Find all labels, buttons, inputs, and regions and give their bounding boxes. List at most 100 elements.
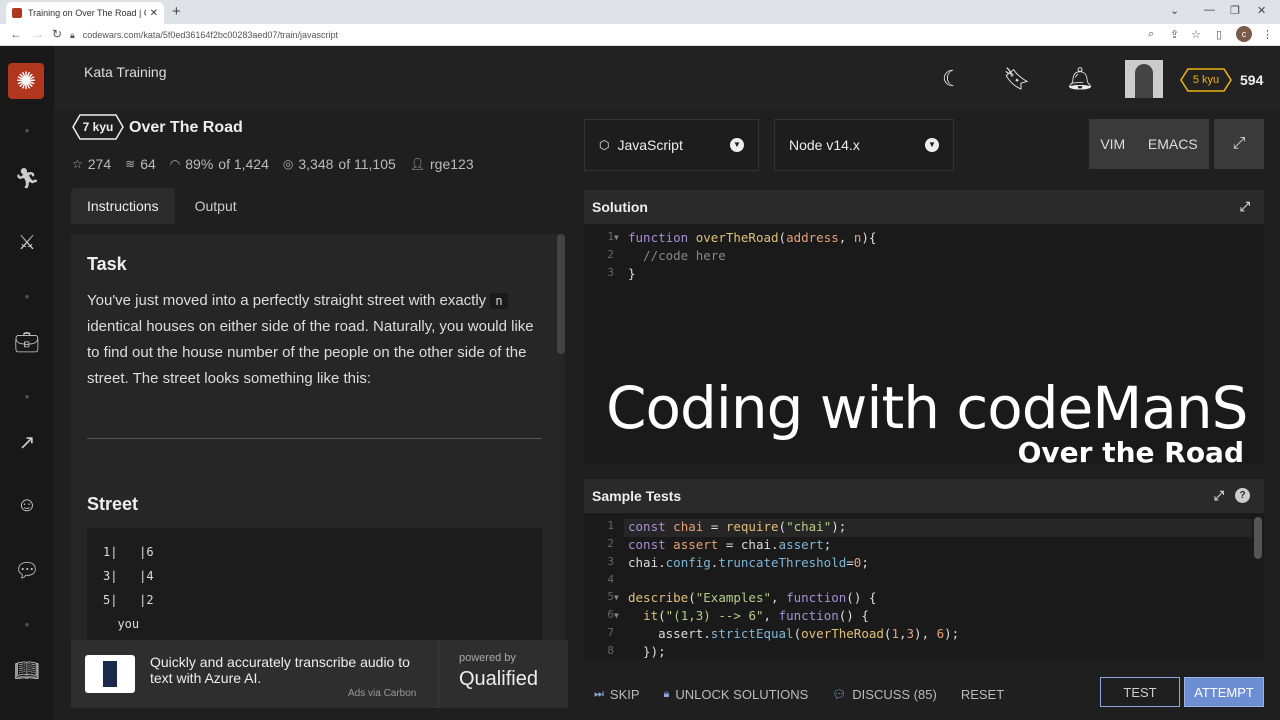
powered-by: powered by bbox=[459, 652, 516, 664]
new-tab-icon[interactable]: + bbox=[172, 3, 181, 20]
street-line: you bbox=[103, 617, 140, 631]
unlock-solutions-button[interactable]: 🔒︎ UNLOCK SOLUTIONS bbox=[664, 687, 809, 702]
version-value: Node v14.x bbox=[789, 137, 860, 153]
page-title: Kata Training bbox=[84, 64, 167, 80]
kata-details: 7 kyu Over The Road ☆ 274 ≋ 64 ◠ 89% of 1,42… bbox=[54, 110, 584, 720]
carbon-ad[interactable]: Quickly and accurately transcribe audio … bbox=[71, 640, 568, 708]
editor-area: ⬡ JavaScript ▼ Node v14.x ▼ VIM EMACS ⤢ … bbox=[584, 110, 1280, 720]
tab-search-icon[interactable]: ⌄ bbox=[1170, 4, 1179, 17]
star-icon: ☆ bbox=[72, 157, 83, 171]
code-line: chai.config.truncateThreshold=0; bbox=[628, 555, 869, 570]
fold-icon[interactable]: ▼ bbox=[614, 611, 619, 620]
expand-icon: ⤢ bbox=[1232, 135, 1246, 152]
emacs-button[interactable]: EMACS bbox=[1148, 136, 1198, 152]
trending-icon[interactable]: ↗ bbox=[0, 430, 54, 455]
fullscreen-button[interactable]: ⤢ bbox=[1214, 119, 1264, 169]
line-number: 8 bbox=[607, 644, 614, 657]
discord-icon[interactable]: ☺ bbox=[0, 494, 54, 517]
browser-tab-title: Training on Over The Road | Codewars bbox=[28, 8, 146, 18]
street-heading: Street bbox=[87, 494, 139, 514]
codewars-favicon-icon bbox=[12, 8, 22, 18]
sample-tests-title: Sample Tests bbox=[592, 488, 682, 504]
vim-button[interactable]: VIM bbox=[1100, 136, 1125, 152]
briefcase-icon[interactable]: 💼︎ bbox=[0, 330, 54, 355]
reset-button[interactable]: RESET bbox=[961, 687, 1004, 702]
task-text-1: You've just moved into a perfectly strai… bbox=[87, 292, 487, 309]
author-stat[interactable]: 👤︎ rge123 bbox=[410, 156, 474, 172]
chevron-down-icon: ▼ bbox=[925, 138, 939, 152]
video-watermark-subtitle: Over the Road bbox=[1017, 436, 1244, 469]
satisfaction-total: of 1,424 bbox=[218, 156, 269, 172]
minimize-icon[interactable]: — bbox=[1204, 4, 1215, 16]
codewars-logo-icon[interactable]: ✺ bbox=[8, 63, 44, 99]
line-number: 3 bbox=[607, 555, 614, 568]
bookmark-icon[interactable]: 🔖︎ bbox=[1003, 66, 1031, 92]
close-tab-icon[interactable]: ✕ bbox=[150, 8, 158, 19]
ads-via-carbon[interactable]: Ads via Carbon bbox=[348, 688, 416, 699]
qualified-logo[interactable]: Qualified bbox=[459, 668, 538, 691]
street-line: 3| |4 bbox=[103, 569, 154, 583]
bell-icon[interactable]: 🔔︎ bbox=[1066, 66, 1094, 92]
version-select[interactable]: Node v14.x ▼ bbox=[774, 119, 954, 171]
tab-output[interactable]: Output bbox=[179, 188, 253, 224]
lock-icon: 🔒︎ bbox=[70, 29, 75, 40]
instructions-scrollbar[interactable] bbox=[557, 234, 565, 354]
book-icon[interactable]: 📖︎ bbox=[0, 658, 54, 683]
profile-avatar[interactable]: c bbox=[1236, 26, 1252, 42]
tests-editor[interactable]: 1 const chai = require("chai"); 2 const … bbox=[584, 513, 1264, 659]
line-number: 6 bbox=[607, 608, 614, 621]
help-icon[interactable]: ? bbox=[1235, 488, 1250, 503]
solution-header: Solution ⤢ bbox=[584, 190, 1264, 224]
kata-stats: ☆ 274 ≋ 64 ◠ 89% of 1,424 ◎ 3,348 of 11,105 👤︎… bbox=[72, 156, 474, 172]
url-text: codewars.com/kata/5f0ed36164f2bc00283aed… bbox=[82, 30, 338, 40]
fold-icon[interactable]: ▼ bbox=[614, 593, 619, 602]
test-button[interactable]: TEST bbox=[1100, 677, 1180, 707]
sample-tests-header: Sample Tests ⤢ ? bbox=[584, 479, 1264, 513]
completed-count: 3,348 bbox=[298, 156, 334, 172]
description-tabs: Instructions Output bbox=[71, 188, 253, 224]
fold-icon[interactable]: ▼ bbox=[614, 233, 619, 242]
language-select[interactable]: ⬡ JavaScript ▼ bbox=[584, 119, 759, 171]
skip-button[interactable]: ⏭ SKIP bbox=[594, 687, 640, 702]
line-number: 2 bbox=[607, 248, 614, 261]
training-icon[interactable]: 🏃︎ bbox=[0, 166, 54, 191]
collections-count: 64 bbox=[140, 156, 156, 172]
stars-stat[interactable]: ☆ 274 bbox=[72, 156, 111, 172]
task-heading: Task bbox=[87, 254, 127, 274]
author-name: rge123 bbox=[430, 156, 474, 172]
tests-scrollbar[interactable] bbox=[1254, 517, 1262, 559]
solution-title: Solution bbox=[592, 199, 648, 215]
maximize-icon[interactable]: ❐ bbox=[1230, 4, 1240, 17]
dot-icon: ● bbox=[24, 126, 30, 135]
browser-tab[interactable]: Training on Over The Road | Codewars ✕ bbox=[6, 2, 164, 24]
menu-icon[interactable]: ⋮ bbox=[1262, 28, 1273, 41]
forward-icon[interactable]: → bbox=[32, 27, 44, 41]
expand-icon[interactable]: ⤢ bbox=[1214, 488, 1224, 504]
sidepanel-icon[interactable]: ▯ bbox=[1216, 28, 1222, 41]
tab-instructions[interactable]: Instructions bbox=[71, 188, 175, 224]
close-window-icon[interactable]: ✕ bbox=[1257, 4, 1266, 17]
street-line: 1| |6 bbox=[103, 545, 154, 559]
browser-address-bar: ← → ↻ 🔒︎ codewars.com/kata/5f0ed36164f2b… bbox=[0, 24, 1280, 46]
line-number: 3 bbox=[607, 266, 614, 279]
zoom-icon[interactable]: ⌕ bbox=[1148, 28, 1154, 41]
chat-icon[interactable]: 💬︎ bbox=[0, 558, 54, 583]
line-number: 1 bbox=[607, 519, 614, 532]
ad-text[interactable]: Quickly and accurately transcribe audio … bbox=[150, 654, 420, 686]
star-icon[interactable]: ☆ bbox=[1191, 28, 1201, 41]
attempt-button[interactable]: ATTEMPT bbox=[1184, 677, 1264, 707]
code-line: it("(1,3) --> 6", function() { bbox=[643, 608, 869, 623]
user-avatar[interactable] bbox=[1125, 60, 1163, 98]
martial-arts-icon[interactable]: ⚔︎ bbox=[0, 230, 54, 255]
video-watermark-title: Coding with codeManS bbox=[606, 374, 1248, 442]
lock-icon: 🔒︎ bbox=[663, 687, 670, 700]
expand-icon[interactable]: ⤢ bbox=[1240, 199, 1250, 215]
moon-icon[interactable]: ☾ bbox=[942, 66, 962, 92]
share-icon[interactable]: ⇪ bbox=[1170, 28, 1179, 41]
language-icon: ⬡ bbox=[599, 138, 610, 152]
reload-icon[interactable]: ↻ bbox=[52, 27, 62, 41]
back-icon[interactable]: ← bbox=[10, 27, 22, 41]
top-bar: Kata Training ☾ 🔖︎ 🔔︎ 5 kyu 594 bbox=[54, 46, 1280, 110]
url-field[interactable]: 🔒︎ codewars.com/kata/5f0ed36164f2bc00283… bbox=[70, 26, 1170, 44]
discuss-button[interactable]: 💬︎ DISCUSS (85) bbox=[832, 687, 937, 702]
